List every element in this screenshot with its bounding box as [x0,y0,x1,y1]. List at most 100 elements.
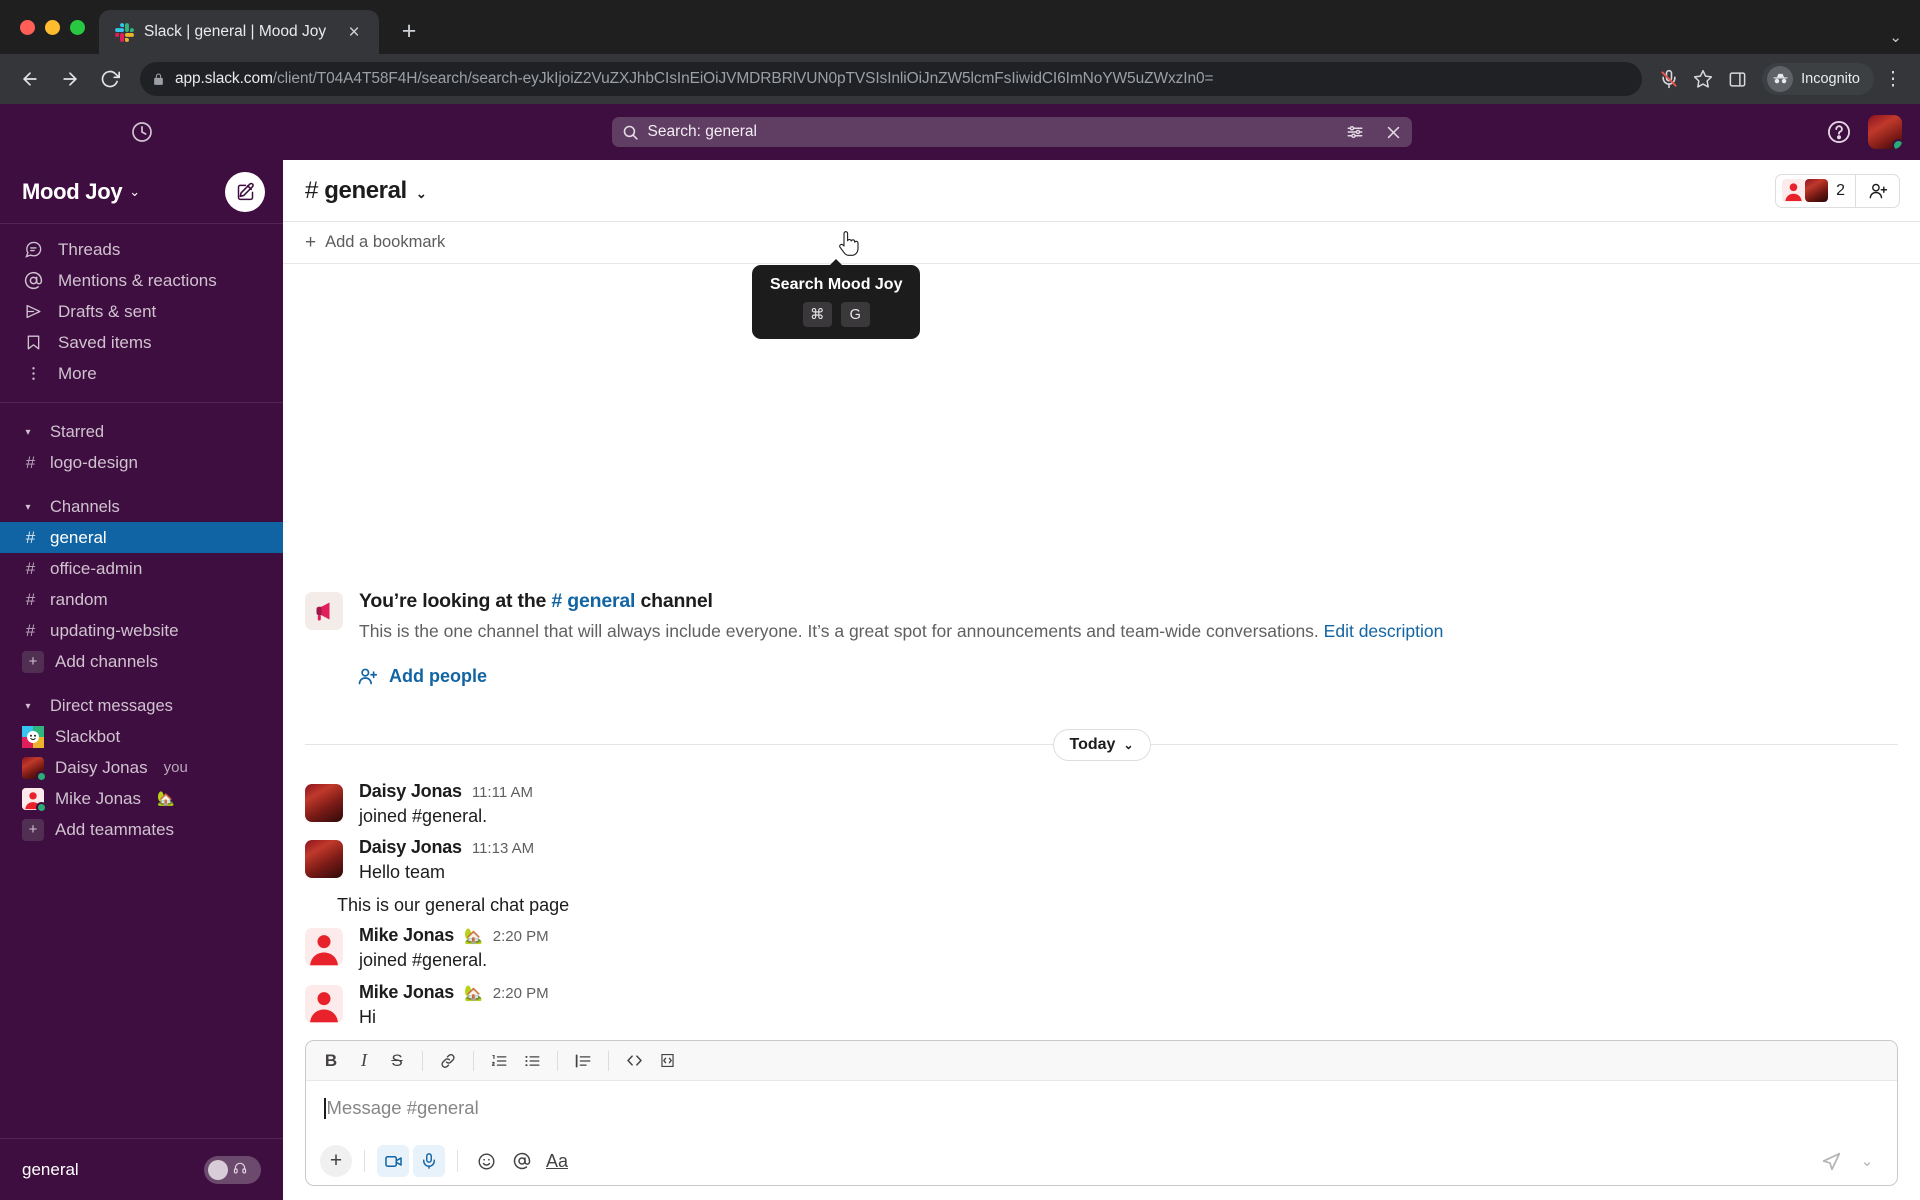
back-button[interactable] [12,61,48,97]
send-options-chevron-icon[interactable]: ⌄ [1851,1145,1883,1177]
close-window-button[interactable] [20,19,35,35]
add-person-icon[interactable] [1855,174,1899,207]
add-channels-button[interactable]: + Add channels [0,646,283,677]
avatar [1782,179,1806,202]
strikethrough-button[interactable]: S [382,1046,412,1076]
video-clip-button[interactable] [377,1145,409,1177]
sidebar-item-more[interactable]: More [0,358,283,389]
sidebar-item-general[interactable]: # general [0,522,283,553]
help-circle-icon[interactable] [1826,119,1852,145]
avatar[interactable] [305,984,343,1023]
sidebar-item-random[interactable]: # random [0,584,283,615]
maximize-window-button[interactable] [70,19,85,35]
clock-history-icon[interactable] [130,120,154,144]
dm-section-header[interactable]: ▾ Direct messages [0,691,283,721]
status-emoji: 🏡 [464,984,483,1002]
message-composer: B I S Message #general + Aa ⌄ [305,1040,1898,1186]
blockquote-button[interactable] [568,1046,598,1076]
audio-clip-button[interactable] [413,1145,445,1177]
close-tab-button[interactable]: × [341,19,367,45]
message-text: Hello team [359,861,446,882]
sidebar-item-updating-website[interactable]: # updating-website [0,615,283,646]
browser-tab[interactable]: Slack | general | Mood Joy × [99,10,379,54]
channel-link[interactable]: # general [551,590,635,612]
italic-button[interactable]: I [349,1046,379,1076]
message-input[interactable]: Message #general [306,1081,1897,1137]
sidebar-item-threads[interactable]: Threads [0,234,283,265]
filter-icon[interactable] [1346,123,1364,141]
edit-description-link[interactable]: Edit description [1324,621,1444,641]
user-avatar[interactable] [1868,115,1902,149]
sidebar-dm-daisy-jonas[interactable]: Daisy Jonas you [0,752,283,783]
mention-button[interactable] [506,1145,538,1177]
link-button[interactable] [433,1046,463,1076]
message-list[interactable]: You’re looking at the # general channel … [283,264,1920,1040]
window-menu-button[interactable]: ⌄ [1889,28,1902,46]
message-item[interactable]: Mike Jonas 🏡 2:20 PM Hi [283,978,1920,1034]
incognito-indicator[interactable]: Incognito [1762,63,1874,95]
slack-icon [115,22,134,42]
bold-button[interactable]: B [316,1046,346,1076]
formatting-button[interactable]: Aa [542,1145,572,1177]
browser-menu-button[interactable]: ⋮ [1878,64,1908,94]
bookmark-star-icon[interactable] [1688,64,1718,94]
sidebar-dm-slackbot[interactable]: Slackbot [0,721,283,752]
message-author[interactable]: Mike Jonas [359,982,454,1003]
message-author[interactable]: Daisy Jonas [359,781,462,802]
compose-message-button[interactable] [225,171,265,212]
sidebar-item-office-admin[interactable]: # office-admin [0,553,283,584]
message-timestamp[interactable]: 2:20 PM [493,985,549,1002]
page-title[interactable]: # general ⌄ [305,177,427,205]
search-input[interactable]: Search: general [611,117,1412,147]
channel-label: logo-design [50,452,138,472]
minimize-window-button[interactable] [45,19,60,35]
add-teammates-label: Add teammates [55,819,175,839]
message-author[interactable]: Mike Jonas [359,925,454,946]
main-content: # general ⌄ 2 + Add a bookmark You’re lo… [283,160,1920,1200]
sidebar-item-drafts[interactable]: Drafts & sent [0,296,283,327]
avatar[interactable] [305,928,343,967]
add-teammates-button[interactable]: + Add teammates [0,814,283,845]
sidebar-item-logo-design[interactable]: # logo-design [0,447,283,478]
slack-app: Search: general Search Mood Joy ⌘ G Mood… [0,104,1920,1200]
avatar[interactable] [305,839,343,878]
message-item-continuation[interactable]: This is our general chat page [337,889,1920,921]
avatar[interactable] [305,783,343,822]
message-timestamp[interactable]: 11:13 AM [472,840,534,857]
clear-search-button[interactable] [1385,124,1402,141]
ordered-list-button[interactable] [484,1046,514,1076]
send-icon[interactable] [1815,1145,1847,1177]
date-divider-button[interactable]: Today ⌄ [1052,728,1151,761]
emoji-button[interactable] [470,1145,502,1177]
bulleted-list-button[interactable] [517,1046,547,1076]
message-item[interactable]: Daisy Jonas 11:11 AM joined #general. [283,777,1920,833]
huddle-toggle[interactable] [204,1155,261,1184]
members-pill[interactable]: 2 [1775,173,1900,208]
channels-section-header[interactable]: ▾ Channels [0,492,283,522]
new-tab-button[interactable]: + [389,11,429,51]
add-person-icon [357,666,378,687]
side-panel-icon[interactable] [1722,64,1752,94]
channel-intro: You’re looking at the # general channel … [283,590,1920,687]
message-item[interactable]: Daisy Jonas 11:13 AM Hello team [283,833,1920,889]
reload-button[interactable] [92,61,128,97]
forward-button[interactable] [52,61,88,97]
code-block-button[interactable] [652,1046,682,1076]
message-text: joined #general. [359,805,488,826]
member-avatars-group[interactable]: 2 [1776,175,1855,207]
address-bar[interactable]: app.slack.com/client/T04A4T58F4H/search/… [140,62,1643,96]
message-timestamp[interactable]: 2:20 PM [493,928,549,945]
add-people-button[interactable]: Add people [357,666,1898,687]
starred-section-header[interactable]: ▾ Starred [0,417,283,447]
sidebar-dm-mike-jonas[interactable]: Mike Jonas 🏡 [0,783,283,814]
message-timestamp[interactable]: 11:11 AM [472,784,533,801]
code-button[interactable] [619,1046,649,1076]
sidebar-item-saved[interactable]: Saved items [0,327,283,358]
workspace-header[interactable]: Mood Joy ⌄ [0,160,283,224]
mic-muted-icon[interactable] [1654,64,1684,94]
sidebar-item-mentions[interactable]: Mentions & reactions [0,265,283,296]
add-bookmark-button[interactable]: + Add a bookmark [305,233,445,252]
message-author[interactable]: Daisy Jonas [359,837,462,858]
message-item[interactable]: Mike Jonas 🏡 2:20 PM joined #general. [283,921,1920,977]
attach-button[interactable]: + [320,1145,352,1177]
